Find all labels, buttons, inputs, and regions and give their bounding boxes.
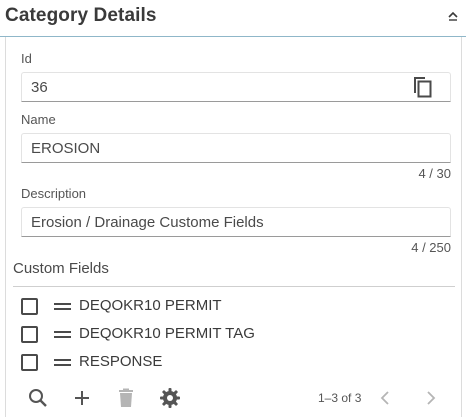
- copy-icon[interactable]: [411, 75, 433, 99]
- description-field[interactable]: Erosion / Drainage Custome Fields: [21, 207, 451, 237]
- list-item[interactable]: DEQOKR10 PERMIT: [21, 296, 441, 318]
- chevron-up-icon[interactable]: [446, 9, 460, 23]
- panel-right-border: [461, 37, 462, 417]
- id-label: Id: [21, 51, 32, 66]
- list-item-label: DEQOKR10 PERMIT TAG: [79, 325, 255, 342]
- gear-icon[interactable]: [159, 387, 181, 409]
- row-checkbox[interactable]: [21, 326, 38, 343]
- category-details-panel: Category Details Id 36 Name EROSION 4 / …: [0, 0, 466, 417]
- name-value: EROSION: [31, 140, 101, 157]
- list-item[interactable]: RESPONSE: [21, 352, 441, 374]
- list-item-label: DEQOKR10 PERMIT: [79, 297, 222, 314]
- description-label: Description: [21, 186, 87, 201]
- description-value: Erosion / Drainage Custome Fields: [31, 214, 264, 231]
- drag-handle-icon[interactable]: [54, 302, 71, 312]
- name-field[interactable]: EROSION: [21, 133, 451, 163]
- section-divider: [13, 286, 455, 287]
- id-value: 36: [31, 79, 48, 96]
- name-char-counter: 4 / 30: [418, 166, 451, 181]
- trash-icon[interactable]: [115, 387, 137, 409]
- name-label: Name: [21, 112, 56, 127]
- list-item[interactable]: DEQOKR10 PERMIT TAG: [21, 324, 441, 346]
- drag-handle-icon[interactable]: [54, 358, 71, 368]
- chevron-right-icon[interactable]: [422, 389, 438, 407]
- panel-header: Category Details: [0, 0, 466, 37]
- chevron-left-icon[interactable]: [378, 389, 394, 407]
- description-char-counter: 4 / 250: [411, 240, 451, 255]
- panel-left-border: [5, 37, 6, 417]
- plus-icon[interactable]: [71, 387, 93, 409]
- id-field[interactable]: 36: [21, 72, 451, 102]
- custom-fields-title: Custom Fields: [13, 260, 109, 277]
- row-checkbox[interactable]: [21, 298, 38, 315]
- list-item-label: RESPONSE: [79, 353, 163, 370]
- search-icon[interactable]: [27, 387, 49, 409]
- pagination-range: 1–3 of 3: [318, 391, 362, 405]
- panel-title: Category Details: [5, 5, 157, 26]
- row-checkbox[interactable]: [21, 354, 38, 371]
- drag-handle-icon[interactable]: [54, 330, 71, 340]
